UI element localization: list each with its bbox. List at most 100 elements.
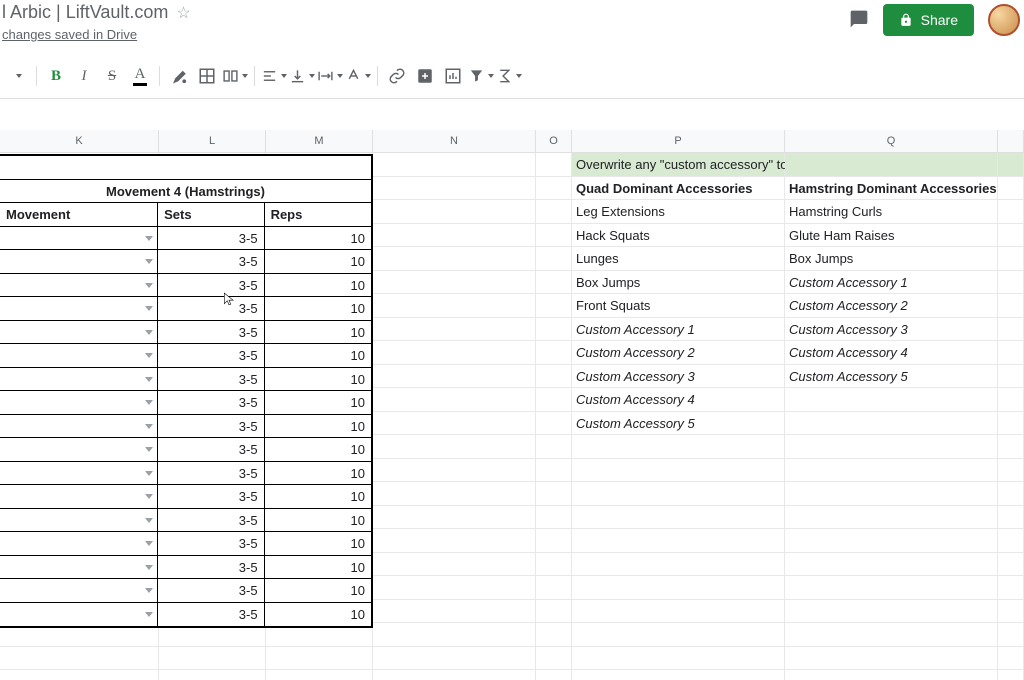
cell[interactable] [785,670,998,680]
chevron-down-icon[interactable] [145,400,153,405]
sets-cell[interactable]: 3-5 [158,297,264,321]
filter-button[interactable] [468,62,494,90]
movement-cell[interactable] [0,391,158,415]
movement-cell[interactable] [0,579,158,603]
movement-cell[interactable] [0,274,158,298]
merge-cells-button[interactable] [222,62,248,90]
sets-cell[interactable]: 3-5 [158,250,264,274]
spreadsheet[interactable]: K L M N O P Q Overwrite any "custom acce… [0,130,1024,680]
cell[interactable] [998,553,1024,577]
movement-cell[interactable] [0,556,158,580]
cell[interactable] [998,670,1024,680]
cell[interactable] [373,482,536,506]
cell[interactable] [373,670,536,680]
cell[interactable] [373,365,536,389]
cell[interactable]: Custom Accessory 5 [785,365,998,389]
cell[interactable] [998,177,1024,201]
sets-cell[interactable]: 3-5 [158,556,264,580]
star-icon[interactable]: ☆ [176,3,190,23]
cell[interactable] [373,271,536,295]
vertical-align-button[interactable] [289,62,315,90]
cell[interactable] [998,506,1024,530]
col-header[interactable]: M [266,130,373,152]
cell[interactable] [998,153,1024,177]
sets-cell[interactable]: 3-5 [158,415,264,439]
sets-cell[interactable]: 3-5 [158,321,264,345]
cell[interactable] [785,153,998,177]
cell[interactable] [785,482,998,506]
cell[interactable] [536,623,572,647]
reps-cell[interactable]: 10 [265,344,371,368]
cell[interactable] [998,482,1024,506]
cell[interactable]: Custom Accessory 2 [785,294,998,318]
chevron-down-icon[interactable] [145,424,153,429]
functions-button[interactable] [496,62,522,90]
cell[interactable] [373,177,536,201]
cell[interactable] [572,529,785,553]
sets-cell[interactable]: 3-5 [158,391,264,415]
movement-cell[interactable] [0,603,158,627]
cell[interactable] [536,294,572,318]
cell[interactable] [998,224,1024,248]
cell[interactable] [998,388,1024,412]
sets-cell[interactable]: 3-5 [158,509,264,533]
cell[interactable] [536,224,572,248]
sets-cell[interactable]: 3-5 [158,227,264,251]
col-header[interactable]: L [159,130,266,152]
text-wrap-button[interactable] [317,62,343,90]
cell[interactable]: Hamstring Curls [785,200,998,224]
save-status[interactable]: changes saved in Drive [0,27,191,42]
sets-cell[interactable]: 3-5 [158,462,264,486]
reps-cell[interactable]: 10 [265,297,371,321]
cell[interactable] [373,247,536,271]
cell[interactable] [785,435,998,459]
cell[interactable] [373,412,536,436]
cell[interactable] [536,341,572,365]
reps-cell[interactable]: 10 [265,509,371,533]
cell[interactable] [785,576,998,600]
cell[interactable] [373,576,536,600]
reps-cell[interactable]: 10 [265,274,371,298]
reps-cell[interactable]: 10 [265,250,371,274]
cell[interactable] [785,529,998,553]
col-header[interactable]: N [373,130,536,152]
chevron-down-icon[interactable] [145,377,153,382]
reps-cell[interactable]: 10 [265,485,371,509]
avatar[interactable] [988,4,1020,36]
cell[interactable] [536,247,572,271]
chevron-down-icon[interactable] [145,612,153,617]
cell[interactable] [373,224,536,248]
cell[interactable] [373,553,536,577]
cell[interactable] [536,600,572,624]
cell[interactable]: Lunges [572,247,785,271]
cell[interactable] [373,318,536,342]
chevron-down-icon[interactable] [145,306,153,311]
cell[interactable] [536,670,572,680]
movement-cell[interactable] [0,509,158,533]
cell[interactable] [266,670,373,680]
chevron-down-icon[interactable] [145,471,153,476]
reps-cell[interactable]: 10 [265,391,371,415]
movement-cell[interactable] [0,532,158,556]
cell[interactable] [536,388,572,412]
cell[interactable] [373,200,536,224]
cell[interactable] [536,177,572,201]
cell[interactable] [785,506,998,530]
cell[interactable] [373,435,536,459]
reps-cell[interactable]: 10 [265,438,371,462]
cell[interactable]: Hack Squats [572,224,785,248]
cell[interactable]: Custom Accessory 3 [572,365,785,389]
reps-cell[interactable]: 10 [265,579,371,603]
cell[interactable] [998,247,1024,271]
cell[interactable] [572,435,785,459]
movement-cell[interactable] [0,344,158,368]
cell[interactable]: Box Jumps [572,271,785,295]
movement-cell[interactable] [0,462,158,486]
cell[interactable] [785,459,998,483]
insert-chart-button[interactable] [440,62,466,90]
cell[interactable] [373,647,536,671]
chevron-down-icon[interactable] [145,353,153,358]
cell[interactable] [998,341,1024,365]
reps-cell[interactable]: 10 [265,227,371,251]
reps-cell[interactable]: 10 [265,462,371,486]
